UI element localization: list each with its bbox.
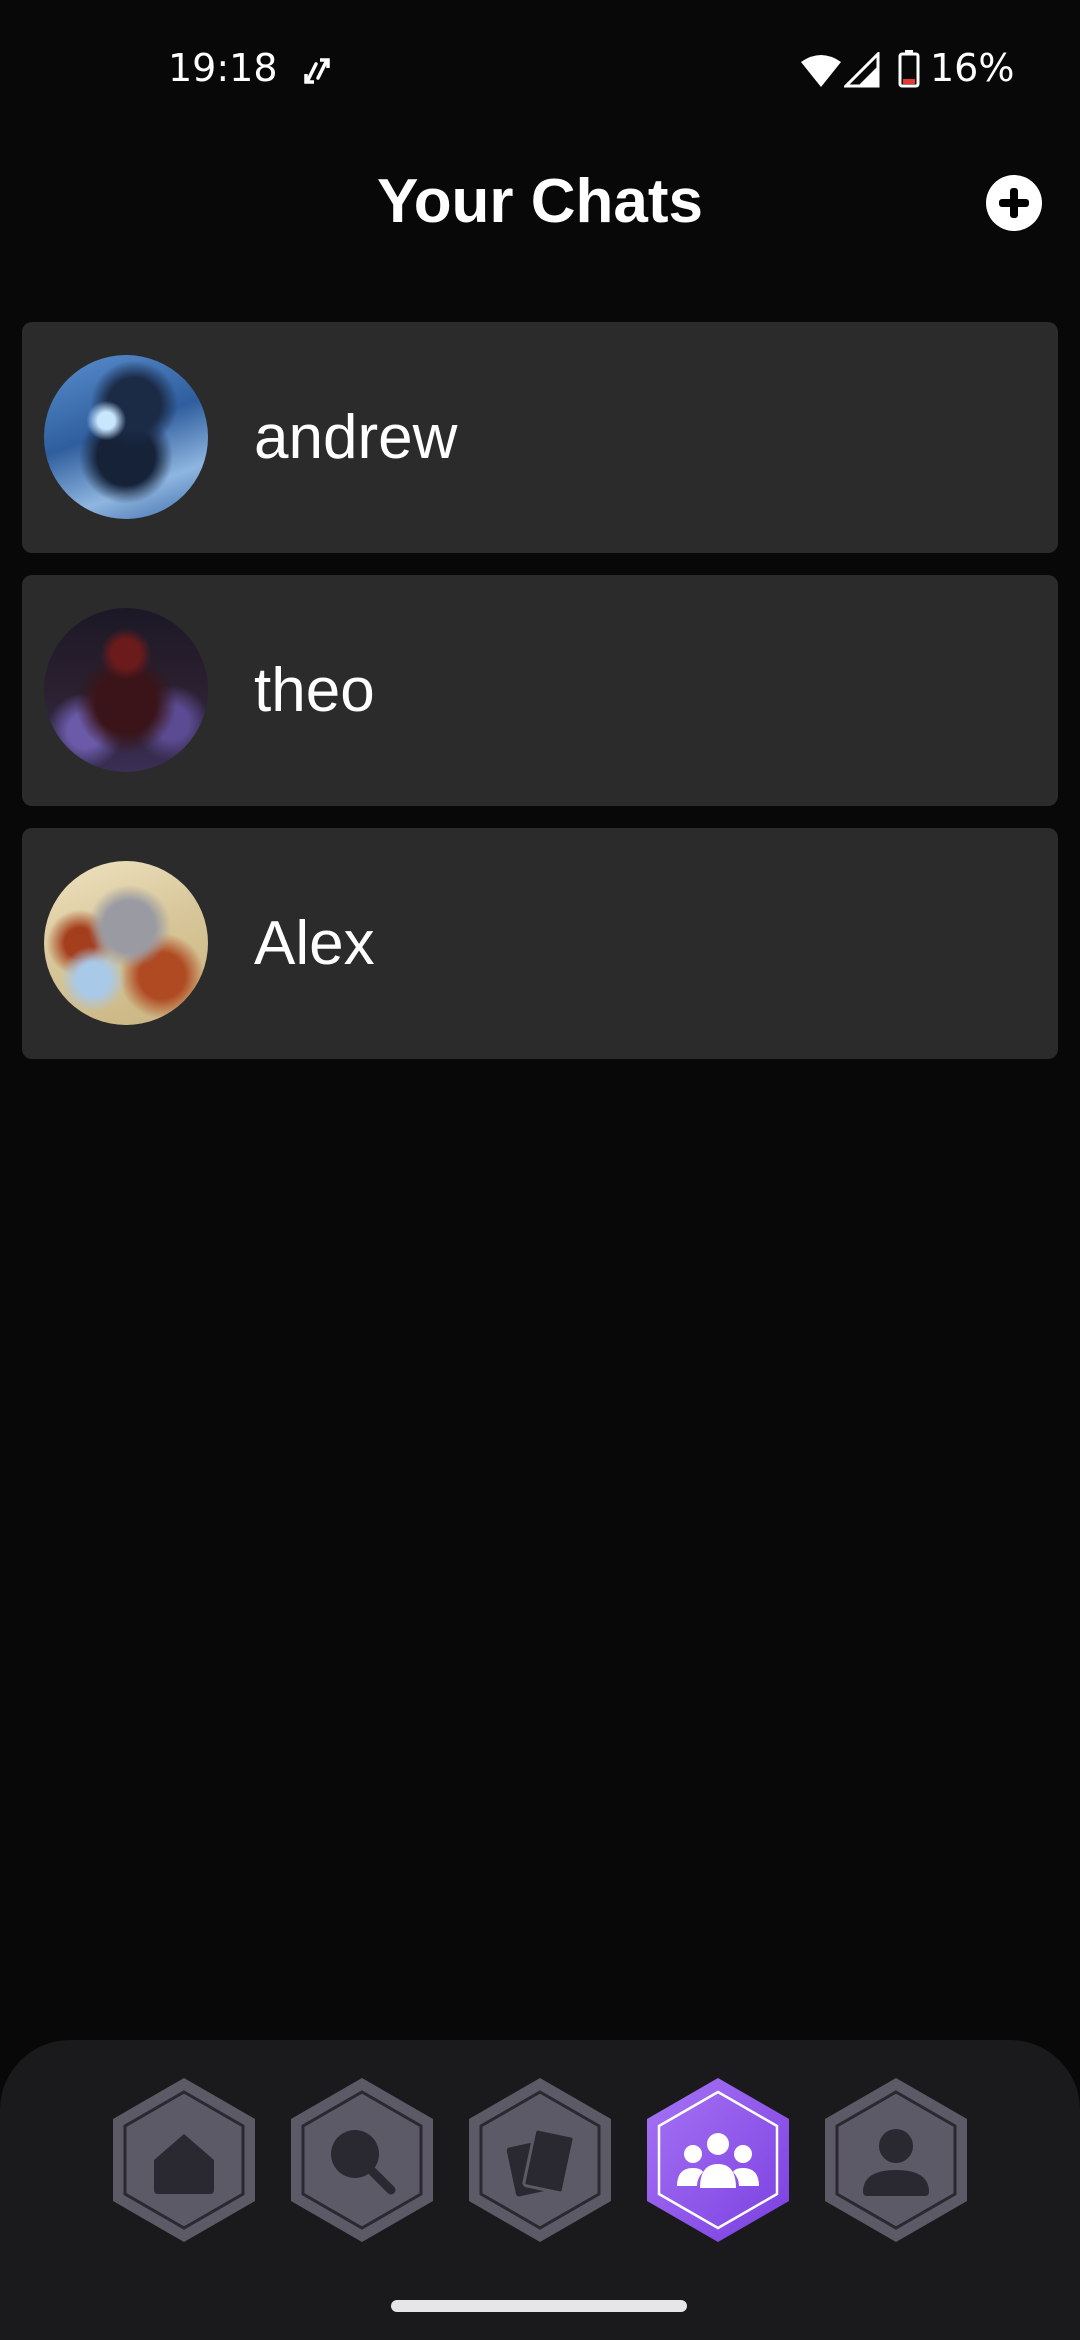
home-indicator[interactable] xyxy=(391,2300,687,2312)
status-time: 19:18 xyxy=(168,46,278,90)
battery-icon xyxy=(898,50,920,88)
chat-list: andrew theo Alex xyxy=(22,322,1058,1081)
chat-row-theo[interactable]: theo xyxy=(22,575,1058,806)
wifi-icon xyxy=(801,55,841,87)
sync-icon xyxy=(304,58,330,84)
profile-icon xyxy=(825,2078,967,2242)
avatar xyxy=(44,861,208,1025)
signal-icon xyxy=(844,52,880,88)
chat-name: Alex xyxy=(254,909,375,978)
group-icon xyxy=(647,2078,789,2242)
nav-search-button[interactable] xyxy=(287,2076,437,2244)
cards-icon xyxy=(469,2078,611,2242)
home-icon xyxy=(113,2078,255,2242)
status-bar: 19:18 16% xyxy=(0,0,1080,140)
avatar xyxy=(44,608,208,772)
chat-name: theo xyxy=(254,656,375,725)
search-icon xyxy=(291,2078,433,2242)
chat-row-andrew[interactable]: andrew xyxy=(22,322,1058,553)
chat-row-alex[interactable]: Alex xyxy=(22,828,1058,1059)
bottom-nav xyxy=(0,2040,1080,2340)
nav-home-button[interactable] xyxy=(109,2076,259,2244)
nav-cards-button[interactable] xyxy=(465,2076,615,2244)
page-title: Your Chats xyxy=(376,167,704,236)
avatar xyxy=(44,355,208,519)
nav-chats-button[interactable] xyxy=(643,2076,793,2244)
nav-profile-button[interactable] xyxy=(821,2076,971,2244)
battery-percentage: 16% xyxy=(930,46,1015,90)
chat-name: andrew xyxy=(254,403,458,472)
add-chat-button[interactable] xyxy=(986,175,1042,231)
